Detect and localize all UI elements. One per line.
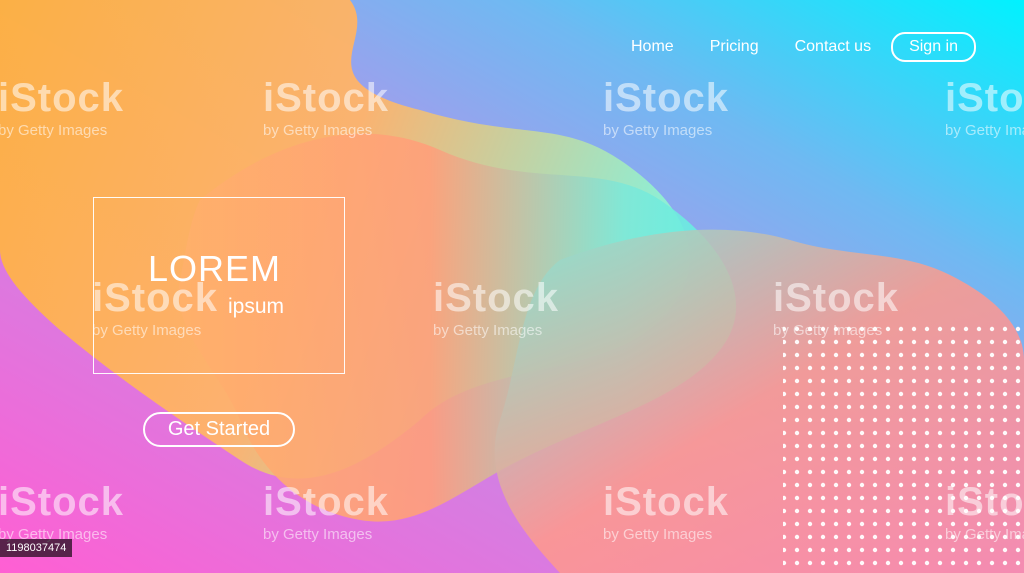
nav-contact-link[interactable]: Contact us [795,38,871,56]
sign-in-button[interactable]: Sign in [891,32,976,62]
image-id-label: 1198037474 [0,539,73,557]
hero-subtitle: ipsum [228,295,285,318]
get-started-button[interactable]: Get Started [143,412,295,447]
nav-pricing-link[interactable]: Pricing [710,38,759,56]
hero-title: LOREM [148,248,282,289]
nav-home-link[interactable]: Home [631,38,674,56]
top-nav: Home Pricing Contact us Sign in [595,32,976,62]
